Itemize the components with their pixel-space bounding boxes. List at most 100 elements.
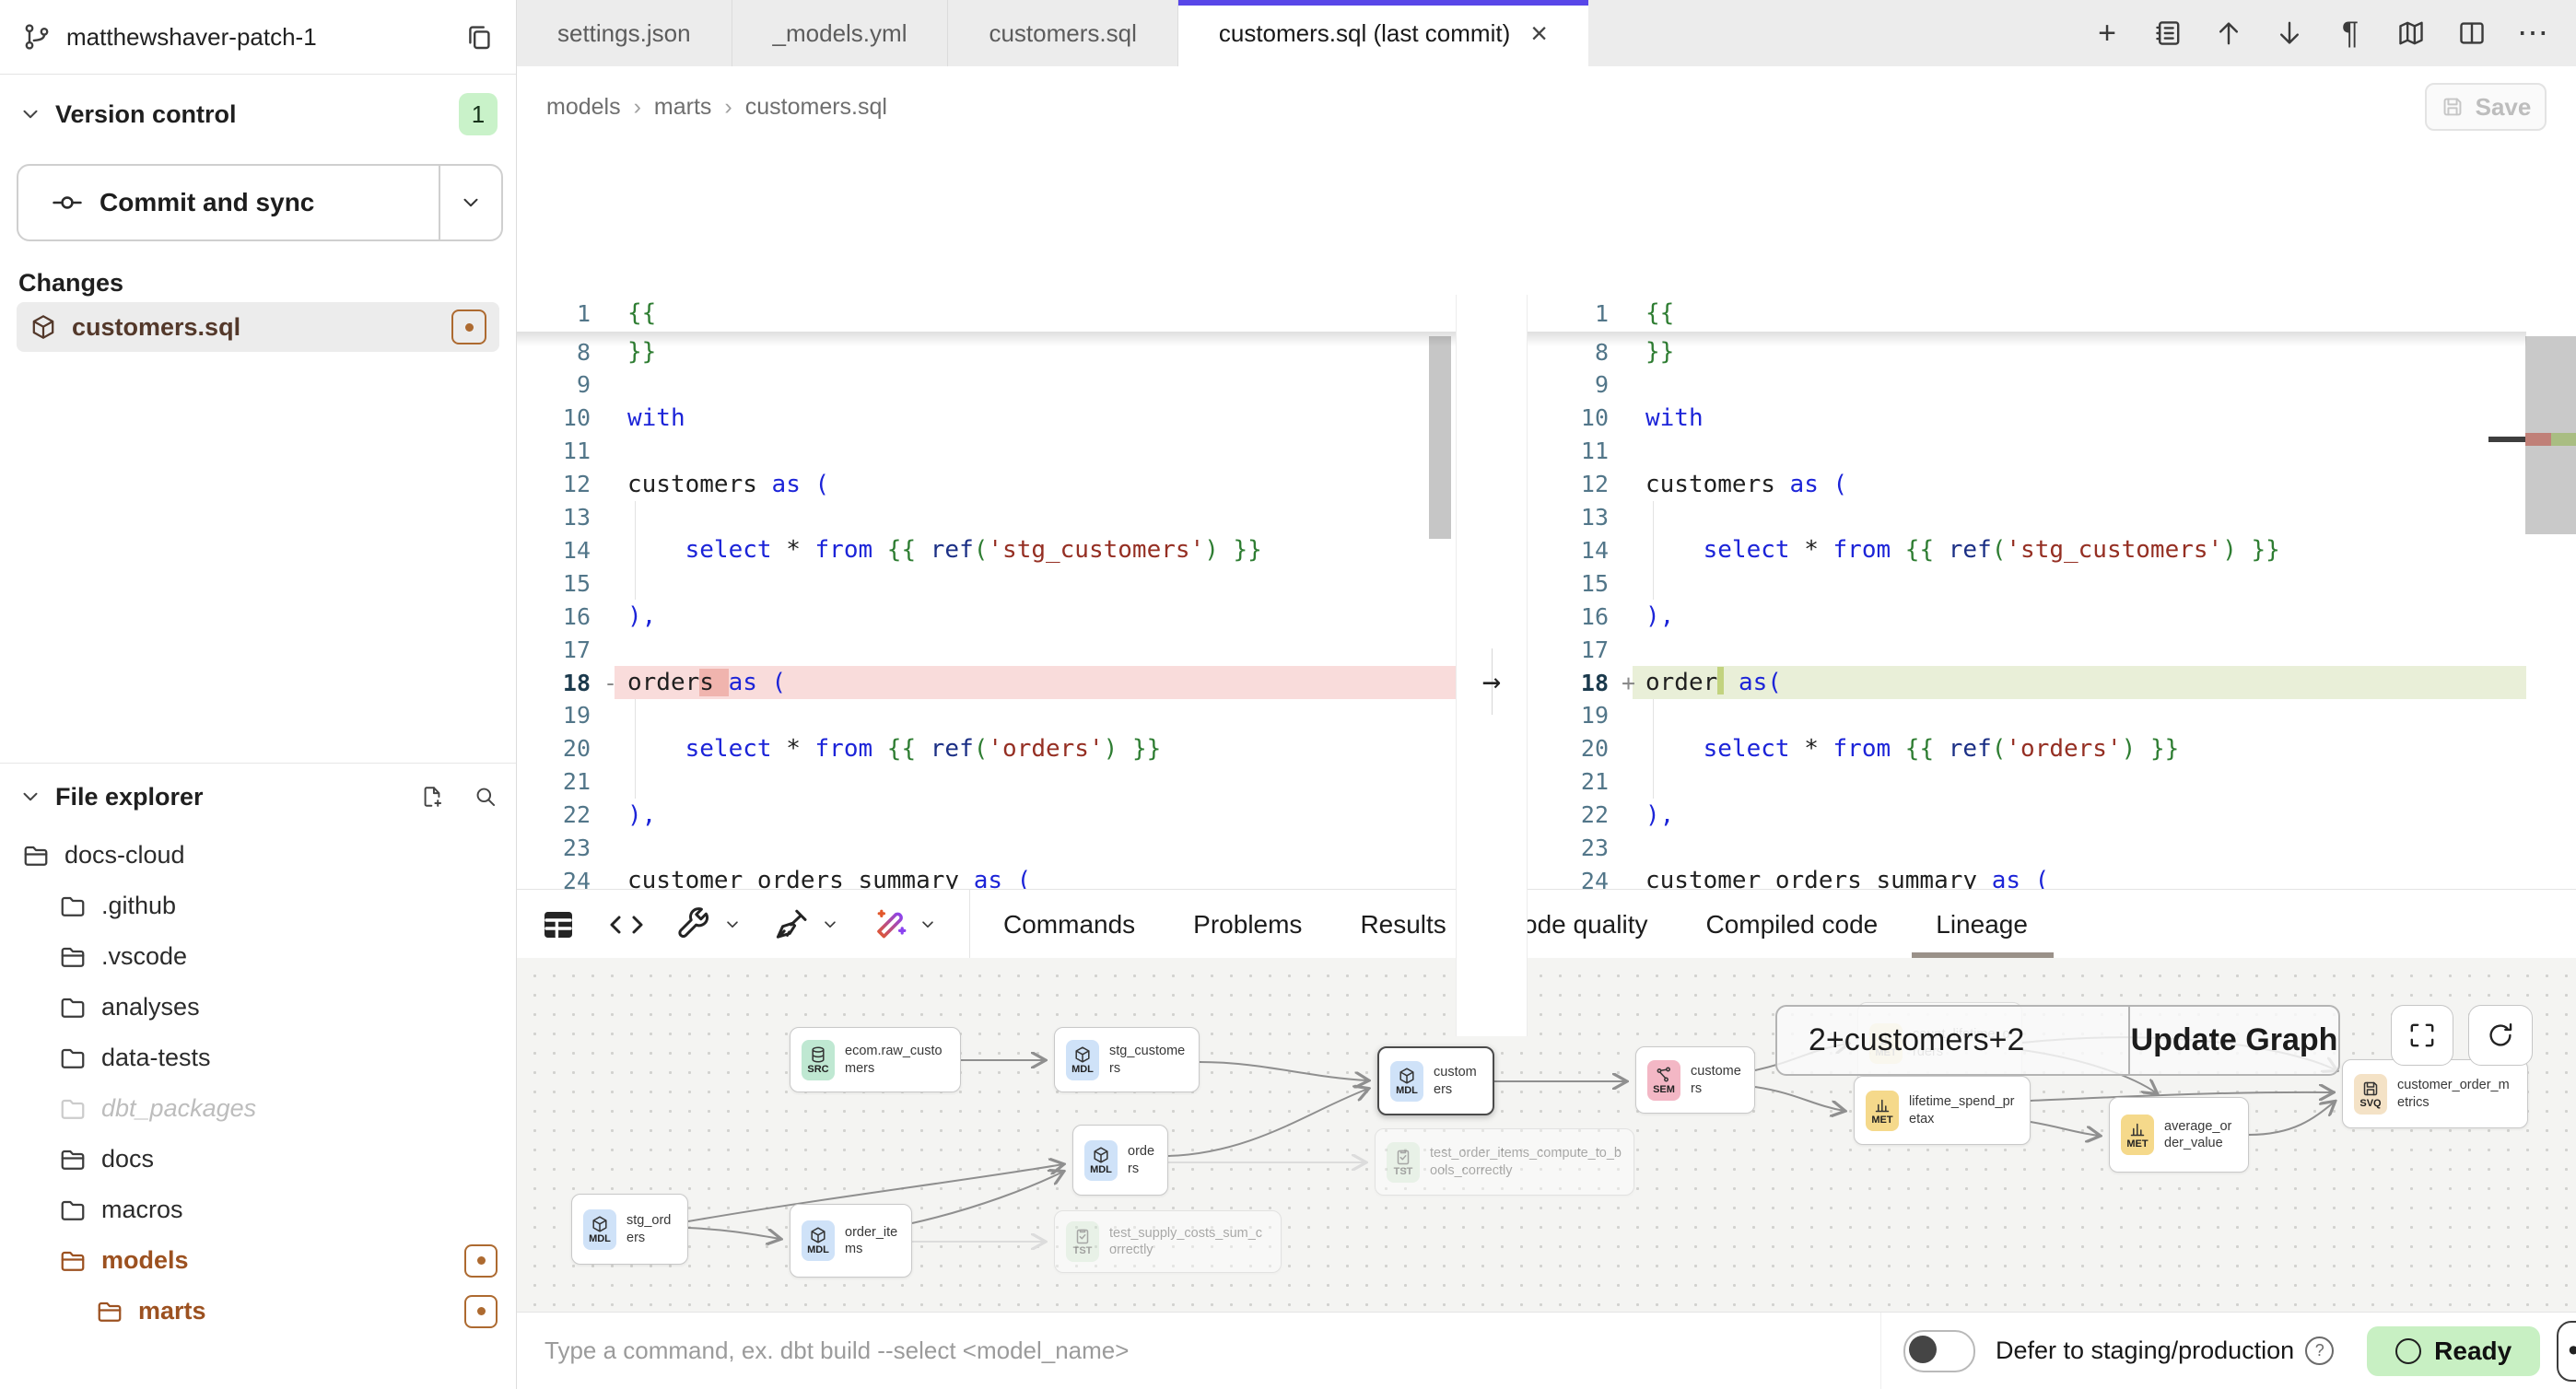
bottom-panel-toolbar: CommandsProblemsResultsCode qualityCompi… [517,889,2576,959]
tab-customers-sql-last-commit-[interactable]: customers.sql (last commit)× [1178,0,1588,66]
chart-icon [2128,1120,2147,1138]
update-graph-button[interactable]: Update Graph [2130,1007,2338,1074]
close-tab-icon[interactable]: × [1530,18,1548,48]
indent-guide [1653,699,1654,732]
panel-tab-commands[interactable]: Commands [1003,890,1135,959]
file-explorer-header[interactable]: File explorer [0,764,516,830]
scrollbar-thumb[interactable] [1429,336,1451,539]
lineage-node-test-supply-costs-sum-correctly[interactable]: TSTtest_supply_costs_sum_correctly [1054,1210,1282,1273]
lineage-node-customers[interactable]: SEMcustomers [1635,1046,1755,1114]
arrow-down-icon[interactable] [2274,18,2305,49]
refresh-graph-button[interactable] [2468,1005,2533,1066]
commit-and-sync-main[interactable]: Commit and sync [18,166,439,239]
tab-settings-json[interactable]: settings.json [517,0,732,66]
version-control-header[interactable]: Version control 1 [0,88,516,140]
lineage-node-lifetime-spend-pretax[interactable]: METlifetime_spend_pretax [1854,1076,2031,1145]
copy-icon[interactable] [464,22,494,52]
panel-tab-compiled-code[interactable]: Compiled code [1705,890,1878,959]
line-number: 23 [517,835,603,861]
panel-tab-problems[interactable]: Problems [1193,890,1302,959]
code-tool-button[interactable] [608,906,645,943]
new-file-icon[interactable] [420,785,444,809]
more-options-button[interactable]: ••• [2557,1321,2576,1382]
code-text [1645,699,2526,732]
command-input[interactable]: Type a command, ex. dbt build --select <… [517,1336,1880,1365]
line-number: 16 [517,603,603,630]
file-tree-item--vscode[interactable]: .vscode [0,931,516,982]
changed-file-customers-sql[interactable]: customers.sql [17,302,499,352]
code-line-11: 11 [1527,435,2526,468]
lineage-canvas[interactable]: SRCecom.raw_customersMDLstg_customersMDL… [517,958,2576,1313]
tab-customers-sql[interactable]: customers.sql [948,0,1177,66]
lineage-node-test-order-items-compute-to-bools-correctly[interactable]: TSTtest_order_items_compute_to_bools_cor… [1375,1128,1634,1196]
chevron-down-icon[interactable] [820,915,840,935]
fullscreen-button[interactable] [2391,1005,2453,1066]
lineage-node-stg-customers[interactable]: MDLstg_customers [1054,1027,1200,1092]
file-tree-item-macros[interactable]: macros [0,1185,516,1235]
code-text [1645,368,2526,402]
lineage-node-orders[interactable]: MDLorders [1072,1125,1168,1196]
file-tree-item--github[interactable]: .github [0,881,516,931]
map-icon[interactable] [2395,18,2427,49]
broom-tool-button[interactable] [774,906,840,943]
badge-type-label: MDL [1090,1165,1112,1175]
file-tree-item-analyses[interactable]: analyses [0,982,516,1033]
ready-label: Ready [2434,1336,2512,1366]
folder-open-icon [59,1146,87,1173]
file-tree-item-dbt-packages[interactable]: dbt_packages [0,1083,516,1134]
cube-icon [809,1226,827,1244]
breadcrumb-segment[interactable]: customers.sql [745,94,887,121]
code-text [1645,832,2526,865]
lineage-node-stg-orders[interactable]: MDLstg_orders [571,1194,688,1265]
badge-type-label: MDL [1071,1065,1094,1075]
split-icon[interactable] [2456,18,2488,49]
defer-toggle[interactable] [1903,1330,1975,1372]
wrench-tool-button[interactable] [676,906,743,943]
line-number: 12 [517,471,603,497]
outline-icon[interactable] [2152,18,2184,49]
chevron-down-icon[interactable] [722,915,743,935]
commit-and-sync-button[interactable]: Commit and sync [17,164,503,241]
tab--models-yml[interactable]: _models.yml [732,0,949,66]
lineage-node-average-order-value[interactable]: METaverage_order_value [2109,1097,2249,1173]
chevron-down-icon[interactable] [918,915,938,935]
code-text [627,566,1456,600]
file-tree-item-docs-cloud[interactable]: docs-cloud [0,830,516,881]
file-tree-item-models[interactable]: models [0,1235,516,1286]
breadcrumb-segment[interactable]: marts [654,94,712,121]
table-tool-button[interactable] [540,906,577,943]
node-label: test_supply_costs_sum_correctly [1109,1225,1270,1258]
magic-tool-button[interactable] [872,906,938,943]
code-text: orders as ( [627,666,1456,699]
plus-icon[interactable]: + [2091,18,2123,49]
file-tree-item-marts[interactable]: marts [0,1286,516,1336]
code-line-20: 20 select * from {{ ref('orders') }} [1527,732,2526,765]
file-tree-item-data-tests[interactable]: data-tests [0,1033,516,1083]
revert-change-arrow-icon[interactable]: → [1457,663,1527,700]
lineage-node-customer-order-metrics[interactable]: SVQcustomer_order_metrics [2342,1059,2528,1128]
panel-tab-results[interactable]: Results [1360,890,1446,959]
breadcrumb-segment[interactable]: models [546,94,621,121]
arrow-up-icon[interactable] [2213,18,2244,49]
lineage-node-customers[interactable]: MDLcustomers [1377,1046,1494,1115]
line-number: 8 [517,339,603,366]
search-files-icon[interactable] [474,785,498,809]
code-text: select * from {{ ref('stg_customers') }} [627,533,1456,566]
help-icon[interactable]: ? [2305,1336,2334,1365]
lineage-node-order-items[interactable]: MDLorder_items [790,1204,912,1278]
file-tree-item-docs[interactable]: docs [0,1134,516,1185]
chevron-down-icon [18,785,42,809]
met-badge: MET [1866,1091,1899,1131]
commit-options-dropdown[interactable] [439,166,501,239]
line-number: 17 [517,636,603,663]
panel-tab-lineage[interactable]: Lineage [1936,890,2028,959]
code-text [627,633,1456,666]
ellipsis-icon[interactable]: ⋯ [2517,18,2548,49]
clipboard-icon [1394,1148,1412,1166]
pilcrow-icon[interactable]: ¶ [2335,18,2366,49]
line-number: 14 [517,537,603,564]
save-button[interactable]: Save [2425,83,2547,131]
lineage-search-input[interactable]: 2+customers+2 [1777,1007,2128,1074]
breadcrumb[interactable]: models›marts›customers.sql [546,94,887,121]
lineage-node-ecom-raw-customers[interactable]: SRCecom.raw_customers [790,1027,961,1092]
